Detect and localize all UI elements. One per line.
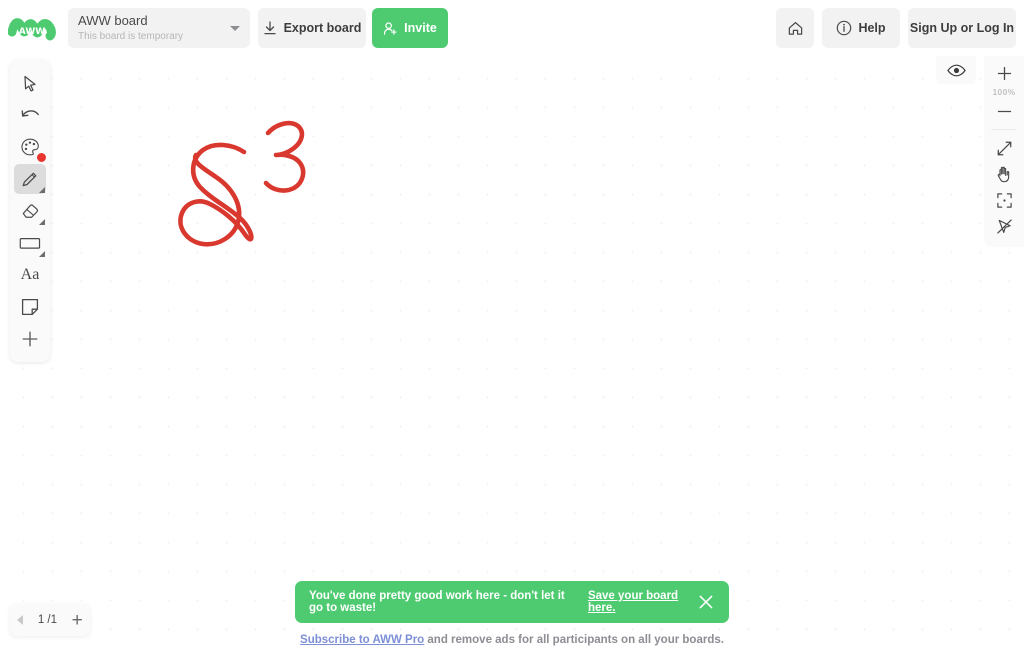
export-board-button[interactable]: Export board [258,8,366,48]
fit-screen-button[interactable] [987,187,1021,213]
fit-to-screen-icon [996,192,1012,208]
chevron-down-icon [230,25,240,31]
zoom-level-label: 100% [992,87,1016,97]
eraser-options-caret-icon[interactable] [39,219,45,225]
board-subtitle: This board is temporary [78,30,184,42]
diagonal-arrows-icon [997,141,1011,155]
cursor-arrow-icon [24,75,36,92]
eraser-icon [22,204,38,218]
home-icon [788,21,802,35]
pencil-icon [22,172,37,187]
color-tool[interactable] [14,132,47,163]
active-color-swatch [36,152,47,163]
undo-tool[interactable] [14,100,46,130]
whiteboard-canvas[interactable] [0,56,1024,648]
board-title: AWW board [78,12,148,28]
undo-arrow-icon [21,110,39,117]
text-aa-icon: Aa [20,266,40,283]
info-circle-icon [837,20,852,36]
ad-suffix: and remove ads for all participants on a… [424,634,724,646]
select-tool[interactable] [14,68,46,98]
plus-icon [997,66,1011,80]
stroke-digit-three [263,120,306,193]
help-button[interactable]: Help [822,8,900,48]
page-counter: 1 /1 [37,614,58,626]
sticky-note-icon [21,298,39,316]
shape-tool[interactable] [14,228,46,258]
invite-button[interactable]: Invite [372,8,448,48]
page-navigator: 1 /1 + [10,604,90,636]
minus-icon [997,110,1011,112]
export-board-label: Export board [283,21,362,35]
eye-icon [946,64,966,76]
board-selector[interactable]: AWW board This board is temporary [68,8,250,48]
sticky-note-tool[interactable] [14,292,46,322]
plus-icon [22,331,38,347]
page-prev-button[interactable] [17,615,24,625]
invite-label: Invite [404,21,437,35]
save-board-banner: You've done pretty good work here - don'… [295,581,729,623]
add-tool[interactable] [14,324,46,354]
help-label: Help [858,21,886,35]
app-header: AWW AWW board This board is temporary Ex… [0,0,1024,56]
pen-options-caret-icon[interactable] [39,187,45,193]
text-tool[interactable]: Aa [14,260,46,290]
close-x-icon[interactable] [697,593,715,611]
aww-whiteboard-app: AWW AWW board This board is temporary Ex… [0,0,1024,648]
eraser-tool[interactable] [14,196,46,226]
zoom-rail: 100% [984,56,1024,247]
zoom-out-button[interactable] [987,98,1021,124]
canvas-drawing-layer [178,120,306,247]
hand-icon [997,166,1009,183]
save-board-link[interactable]: Save your board here. [588,590,688,614]
ad-subscription-text: Subscribe to AWW Pro and remove ads for … [0,634,1024,646]
pan-button[interactable] [987,161,1021,187]
pen-tool[interactable] [14,164,46,194]
visibility-toggle-button[interactable] [936,56,976,84]
signup-login-button[interactable]: Sign Up or Log In [908,8,1016,48]
add-page-button[interactable]: + [72,611,83,630]
ad-pro-link[interactable]: Subscribe to AWW Pro [300,634,424,646]
user-plus-icon [384,21,397,35]
follow-pointer-button[interactable] [987,213,1021,239]
shape-options-caret-icon[interactable] [39,251,45,257]
zoom-in-button[interactable] [987,60,1021,86]
download-icon [263,20,276,34]
expand-button[interactable] [987,135,1021,161]
svg-text:AWW: AWW [19,27,45,37]
home-button[interactable] [776,8,814,48]
tool-palette: Aa [10,60,50,362]
banner-message: You've done pretty good work here - don'… [309,590,565,614]
rectangle-icon [19,238,41,249]
rail-divider [991,129,1017,130]
aww-logo[interactable]: AWW [7,12,56,44]
pointer-off-icon [996,218,1012,234]
stroke-digit-eight [178,142,254,247]
signup-login-label: Sign Up or Log In [909,21,1015,35]
